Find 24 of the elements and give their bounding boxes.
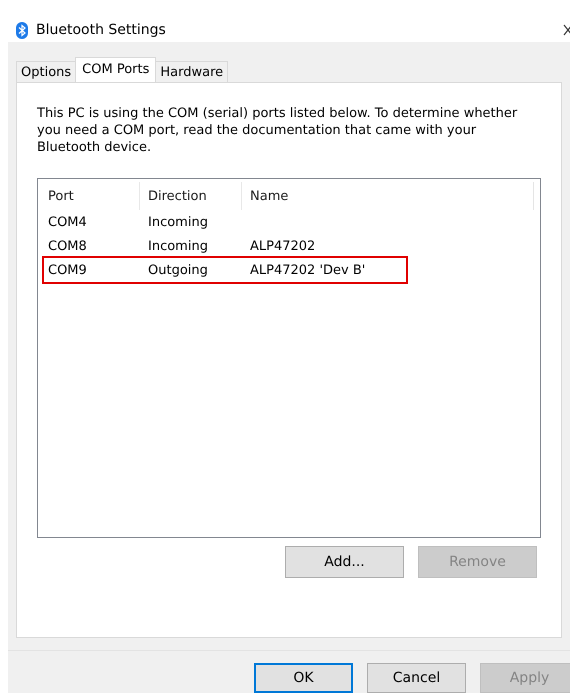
table-cell-text: Incoming	[148, 214, 209, 230]
table-cell-text: ALP47202	[250, 238, 316, 254]
close-icon[interactable]	[563, 23, 570, 37]
tab[interactable]: COM Ports	[75, 57, 156, 82]
column-header[interactable]: Name	[250, 182, 525, 210]
table-cell-text: COM4	[48, 214, 88, 230]
table-cell-text: Outgoing	[148, 262, 209, 278]
bluetooth-icon	[16, 22, 28, 38]
table-cell-text: ALP47202 'Dev B'	[250, 262, 366, 278]
window-title: Bluetooth Settings	[36, 22, 167, 38]
tab[interactable]: Hardware	[155, 61, 228, 82]
highlighted-row[interactable]: COM9 Outgoing ALP47202 'Dev B'	[44, 258, 406, 282]
table-cell-text: Incoming	[148, 238, 209, 254]
table-cell-text: COM8	[48, 238, 88, 254]
tab[interactable]: Options	[16, 61, 76, 82]
column-header[interactable]: Direction	[148, 182, 242, 210]
table-cell-text: COM9	[48, 262, 88, 278]
column-header[interactable]: Port	[48, 182, 140, 210]
port-row[interactable]: COM8 Incoming ALP47202	[44, 234, 530, 258]
port-row[interactable]: COM4 Incoming	[44, 210, 530, 234]
description-text: This PC is using the COM (serial) ports listed below. To determine whether you need a COM port, read the documentation that came with your Bluetooth device.	[37, 105, 518, 156]
dialog-button[interactable]: Cancel	[367, 663, 466, 693]
list-button[interactable]: Add...	[285, 546, 404, 578]
dialog-button[interactable]: OK	[254, 663, 353, 693]
